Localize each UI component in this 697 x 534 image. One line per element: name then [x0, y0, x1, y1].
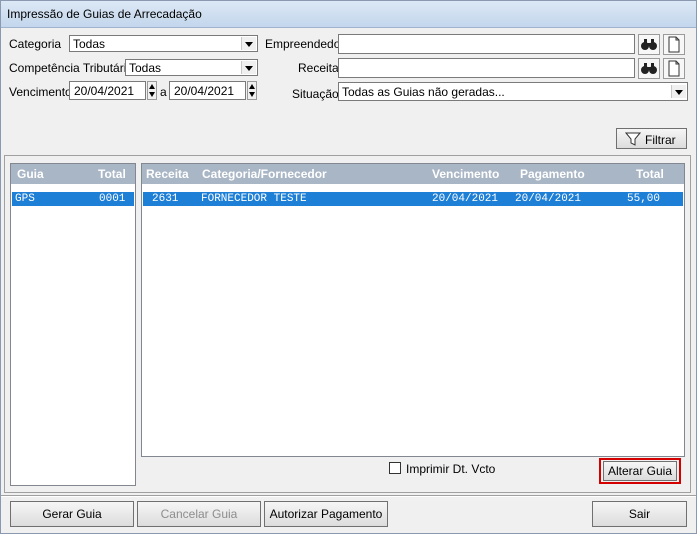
vencimento-to-input[interactable]: 20/04/2021 — [169, 81, 246, 100]
pagamento-cell: 20/04/2021 — [515, 193, 582, 205]
range-separator: a — [160, 85, 167, 99]
total-cell: 0001 — [99, 193, 126, 205]
binoculars-icon — [641, 63, 657, 74]
vencimento-from-spinner[interactable] — [147, 81, 157, 100]
alterar-guia-label: Alterar Guia — [607, 464, 673, 478]
col-categoria[interactable]: Categoria/Fornecedor — [202, 167, 327, 181]
imprimir-checkbox[interactable] — [389, 462, 401, 474]
empreendedor-new-button[interactable] — [663, 34, 685, 55]
gerar-guia-button[interactable]: Gerar Guia — [10, 501, 134, 527]
cancelar-guia-button[interactable]: Cancelar Guia — [137, 501, 261, 527]
guia-grid[interactable]: Guia Total GPS 0001 — [10, 163, 136, 486]
receita-label: Receita — [298, 61, 339, 75]
col-vencimento[interactable]: Vencimento — [432, 167, 499, 181]
gerar-guia-label: Gerar Guia — [42, 507, 102, 521]
imprimir-label: Imprimir Dt. Vcto — [406, 462, 496, 476]
empreendedor-input[interactable] — [338, 34, 635, 54]
col-total[interactable]: Total — [98, 167, 126, 181]
vencimento-to-value: 20/04/2021 — [174, 84, 235, 98]
col-pagamento[interactable]: Pagamento — [520, 167, 585, 181]
categoria-select[interactable]: Todas — [69, 35, 258, 52]
categoria-label: Categoria — [9, 37, 62, 51]
autorizar-pagamento-button[interactable]: Autorizar Pagamento — [264, 501, 388, 527]
categoria-value: Todas — [73, 37, 106, 51]
sair-button[interactable]: Sair — [592, 501, 687, 527]
filtrar-label: Filtrar — [645, 133, 676, 147]
table-row[interactable]: GPS 0001 — [12, 192, 134, 206]
guia-grid-header: Guia Total — [11, 164, 135, 184]
vencimento-from-input[interactable]: 20/04/2021 — [69, 81, 146, 100]
empreendedor-search-button[interactable] — [638, 34, 660, 55]
categoria-cell: FORNECEDOR TESTE — [201, 193, 307, 205]
col-guia[interactable]: Guia — [17, 167, 44, 181]
window-titlebar: Impressão de Guias de Arrecadação — [1, 1, 696, 28]
competencia-value: Todas — [129, 61, 162, 75]
col-receita[interactable]: Receita — [146, 167, 189, 181]
window-title: Impressão de Guias de Arrecadação — [7, 7, 202, 21]
chevron-down-icon[interactable] — [241, 37, 256, 50]
empreendedor-label: Empreendedor — [265, 37, 345, 51]
filtrar-button[interactable]: Filtrar — [616, 128, 687, 149]
situacao-select[interactable]: Todas as Guias não geradas... — [338, 82, 688, 101]
sair-label: Sair — [628, 507, 651, 521]
situacao-label: Situação — [292, 87, 339, 101]
col-total[interactable]: Total — [636, 167, 664, 181]
filter-funnel-icon — [625, 132, 641, 146]
blank-document-icon — [668, 36, 680, 53]
competencia-label: Competência Tributária — [9, 61, 134, 75]
detail-grid-header: Receita Categoria/Fornecedor Vencimento … — [142, 164, 684, 184]
guia-cell: GPS — [15, 193, 35, 205]
total-cell: 55,00 — [627, 193, 661, 205]
vencimento-from-value: 20/04/2021 — [74, 84, 135, 98]
chevron-down-icon[interactable] — [241, 61, 256, 74]
cancelar-guia-label: Cancelar Guia — [160, 507, 238, 521]
receita-new-button[interactable] — [663, 58, 685, 79]
footer-divider — [1, 495, 696, 497]
vencimento-to-spinner[interactable] — [247, 81, 257, 100]
receita-cell: 2631 — [152, 193, 179, 205]
blank-document-icon — [668, 60, 680, 77]
receita-input[interactable] — [338, 58, 635, 78]
table-row[interactable]: 2631 FORNECEDOR TESTE 20/04/2021 20/04/2… — [143, 192, 683, 206]
receita-search-button[interactable] — [638, 58, 660, 79]
chevron-down-icon[interactable] — [671, 85, 686, 98]
situacao-value: Todas as Guias não geradas... — [342, 85, 505, 99]
competencia-select[interactable]: Todas — [125, 59, 258, 76]
binoculars-icon — [641, 39, 657, 50]
autorizar-pagamento-label: Autorizar Pagamento — [269, 507, 383, 521]
vencimento-label: Vencimento — [9, 85, 72, 99]
vencimento-cell: 20/04/2021 — [432, 193, 499, 205]
detail-grid[interactable]: Receita Categoria/Fornecedor Vencimento … — [141, 163, 685, 457]
alterar-guia-button[interactable]: Alterar Guia — [603, 461, 677, 481]
